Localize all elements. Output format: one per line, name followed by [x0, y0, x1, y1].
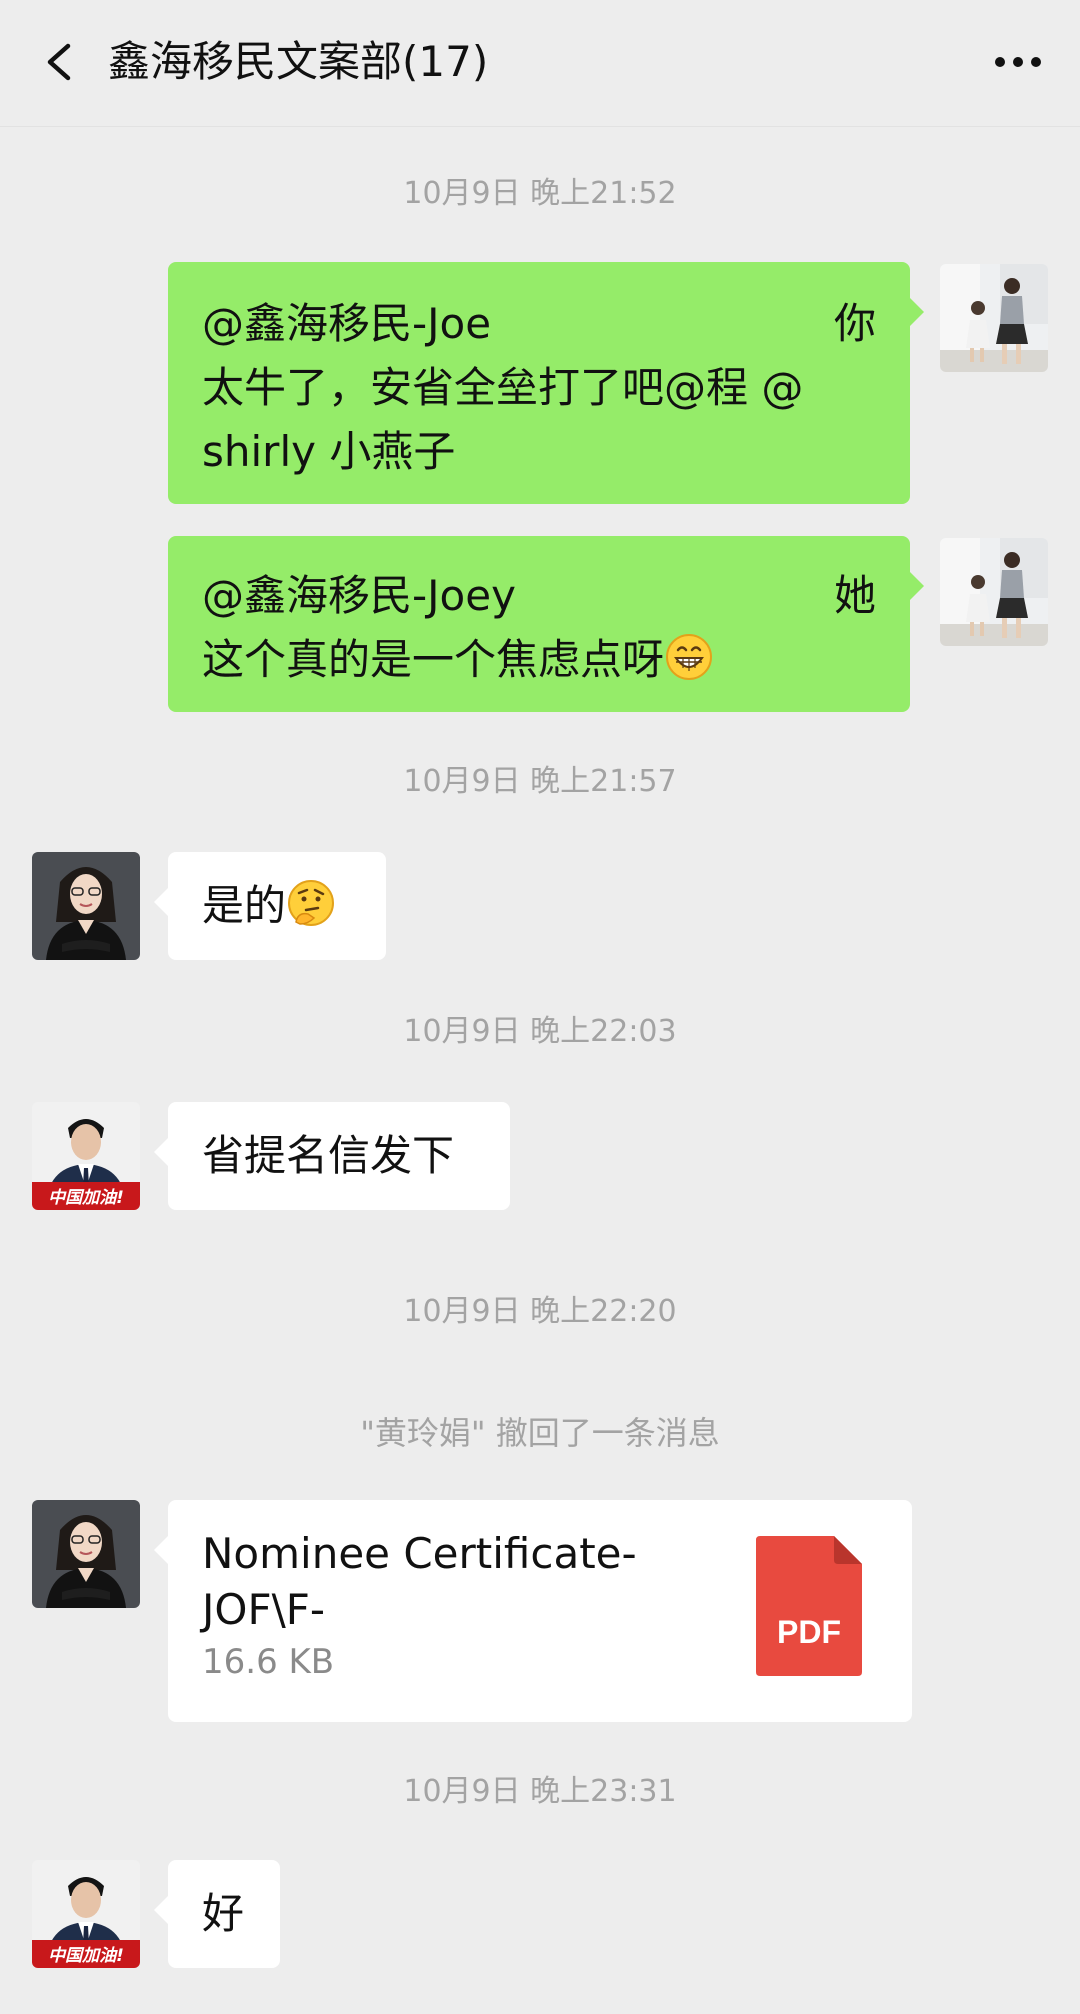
- message-line: 太牛了，安省全垒打了吧@程 @: [202, 356, 876, 420]
- file-type-label: PDF: [777, 1614, 841, 1650]
- sender-avatar-woman[interactable]: [32, 1500, 140, 1608]
- file-name-line: Nominee Certificate-: [202, 1529, 637, 1578]
- message-line: 这个真的是一个焦虑点呀: [202, 628, 876, 692]
- message-text: @鑫海移民-Joey: [202, 571, 516, 620]
- message-line: @鑫海移民-Joe 你: [202, 292, 876, 356]
- outgoing-message-bubble[interactable]: @鑫海移民-Joey 她 这个真的是一个焦虑点呀: [168, 536, 924, 712]
- message-text: 你: [833, 299, 876, 348]
- message-line: 好: [202, 1882, 246, 1946]
- file-size: 16.6 KB: [202, 1642, 335, 1682]
- message-text: 这个真的是一个焦虑点呀: [202, 635, 665, 684]
- message-text: 好: [202, 1889, 245, 1938]
- incoming-message-bubble[interactable]: 好: [154, 1860, 280, 1968]
- message-timestamp: 10月9日 晚上23:31: [403, 1774, 677, 1809]
- pdf-file-icon: PDF: [756, 1536, 862, 1676]
- sender-avatar-man[interactable]: 中国加油!: [32, 1860, 140, 1968]
- svg-text:中国加油!: 中国加油!: [48, 1946, 124, 1966]
- file-name-line: JOF\F-: [202, 1585, 326, 1634]
- my-avatar[interactable]: [940, 264, 1048, 372]
- message-text: 省提名信发下: [202, 1131, 455, 1180]
- message-timestamp: 10月9日 晚上21:52: [403, 176, 677, 211]
- back-button[interactable]: [30, 30, 90, 94]
- message-text: 是的: [202, 881, 287, 930]
- file-message-card[interactable]: Nominee Certificate- JOF\F- 16.6 KB PDF: [154, 1500, 912, 1722]
- message-line: 是的: [202, 874, 352, 938]
- message-text: @鑫海移民-Joe: [202, 299, 492, 348]
- recall-notice: "黄玲娟" 撤回了一条消息: [360, 1414, 720, 1452]
- message-timestamp: 10月9日 晚上21:57: [403, 764, 677, 799]
- svg-text:中国加油!: 中国加油!: [48, 1188, 124, 1208]
- my-avatar[interactable]: [940, 538, 1048, 646]
- sender-avatar-woman[interactable]: [32, 852, 140, 960]
- outgoing-message-bubble[interactable]: @鑫海移民-Joe 你 太牛了，安省全垒打了吧@程 @ shirly 小燕子: [168, 262, 924, 504]
- message-line: shirly 小燕子: [202, 420, 876, 484]
- chat-title: 鑫海移民文案部(17): [108, 37, 489, 86]
- thinking-face-emoji: [286, 878, 336, 928]
- chat-header: 鑫海移民文案部(17): [0, 0, 1080, 127]
- message-timestamp: 10月9日 晚上22:20: [403, 1294, 677, 1329]
- grinning-face-emoji: [664, 632, 714, 682]
- more-icon: [986, 34, 1050, 90]
- message-text: shirly 小燕子: [202, 427, 456, 476]
- incoming-message-bubble[interactable]: 是的: [154, 852, 386, 960]
- message-line: @鑫海移民-Joey 她: [202, 564, 876, 628]
- message-text: 太牛了，安省全垒打了吧@程 @: [202, 363, 804, 412]
- chevron-left-icon: [30, 30, 90, 94]
- sender-avatar-man[interactable]: 中国加油!: [32, 1102, 140, 1210]
- message-timestamp: 10月9日 晚上22:03: [403, 1014, 677, 1049]
- message-line: 省提名信发下: [202, 1124, 476, 1188]
- more-button[interactable]: [986, 34, 1050, 90]
- incoming-message-bubble[interactable]: 省提名信发下: [154, 1102, 510, 1210]
- file-name: Nominee Certificate- JOF\F-: [202, 1526, 682, 1638]
- message-text: 她: [833, 571, 876, 620]
